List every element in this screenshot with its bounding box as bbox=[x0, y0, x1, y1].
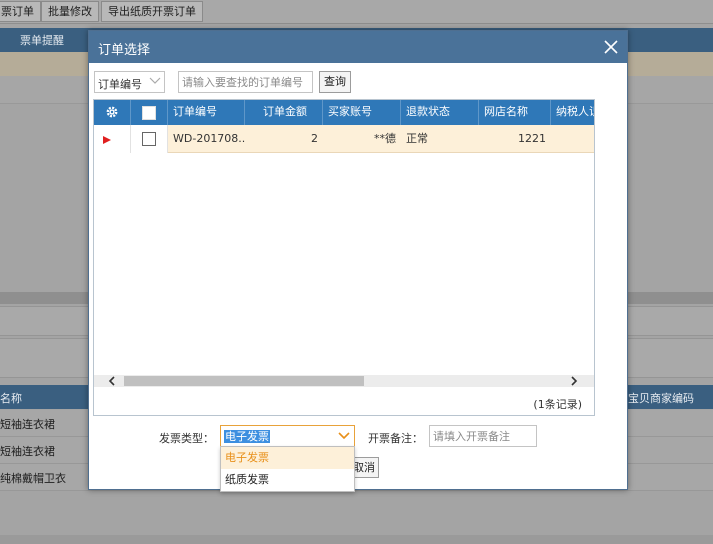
column-amount[interactable]: 订单金额 bbox=[245, 100, 323, 125]
row-select-cell bbox=[131, 125, 168, 153]
column-order-no[interactable]: 订单编号 bbox=[168, 100, 245, 125]
bg-order-button[interactable]: 票订单 bbox=[0, 1, 41, 22]
gear-icon bbox=[106, 106, 118, 118]
row-checkbox[interactable] bbox=[142, 132, 156, 146]
play-arrow-icon bbox=[103, 136, 111, 144]
search-bar: 订单编号 查询 bbox=[94, 71, 614, 95]
dialog-title: 订单选择 bbox=[98, 43, 151, 58]
cell-amount: 2 bbox=[311, 132, 318, 145]
chevron-down-icon bbox=[338, 432, 350, 440]
bg-toolbar: 票订单 批量修改 导出纸质开票订单 bbox=[0, 0, 713, 24]
grid-header: 订单编号 订单金额 买家账号 退款状态 网店名称 纳税人识 bbox=[94, 100, 594, 125]
cell-shop: 1221 bbox=[518, 132, 546, 145]
dialog-title-bar: 订单选择 bbox=[89, 31, 627, 63]
query-button[interactable]: 查询 bbox=[319, 71, 351, 93]
cell-refund: 正常 bbox=[406, 132, 428, 145]
remark-label: 开票备注： bbox=[368, 432, 423, 445]
bg-export-paper-button[interactable]: 导出纸质开票订单 bbox=[101, 1, 203, 22]
select-all-checkbox[interactable] bbox=[142, 106, 156, 120]
row-indicator bbox=[94, 125, 131, 153]
bg-column-name: 名称 bbox=[0, 392, 22, 405]
close-button[interactable] bbox=[601, 37, 621, 57]
column-shop[interactable]: 网店名称 bbox=[479, 100, 551, 125]
search-field-select[interactable]: 订单编号 bbox=[94, 71, 165, 93]
chevron-right-icon[interactable] bbox=[568, 375, 580, 387]
order-select-dialog: 订单选择 订单编号 查询 bbox=[88, 30, 628, 490]
search-input[interactable] bbox=[178, 71, 313, 93]
search-field-value: 订单编号 bbox=[98, 78, 142, 91]
cell-taxpayer bbox=[551, 125, 594, 153]
invoice-type-dropdown: 电子发票 纸质发票 bbox=[220, 446, 355, 492]
scrollbar-thumb[interactable] bbox=[124, 376, 364, 386]
column-buyer[interactable]: 买家账号 bbox=[323, 100, 401, 125]
bg-bottom-bar bbox=[0, 535, 713, 544]
invoice-type-value: 电子发票 bbox=[224, 430, 270, 443]
bg-column-reminder: 票单提醒 bbox=[20, 34, 64, 47]
record-count: (1条记录) bbox=[533, 398, 582, 411]
chevron-left-icon[interactable] bbox=[106, 375, 118, 387]
column-taxpayer[interactable]: 纳税人识 bbox=[551, 100, 594, 125]
invoice-type-select[interactable]: 电子发票 bbox=[220, 425, 355, 447]
invoice-form: 发票类型： 电子发票 开票备注： bbox=[89, 425, 627, 449]
cell-order-no: WD-201708... bbox=[173, 132, 245, 145]
chevron-down-icon bbox=[149, 77, 161, 84]
dropdown-option-paper[interactable]: 纸质发票 bbox=[221, 469, 354, 491]
remark-input[interactable] bbox=[429, 425, 537, 447]
bg-batch-edit-button[interactable]: 批量修改 bbox=[41, 1, 99, 22]
cell-buyer: **德 bbox=[374, 132, 396, 145]
settings-column[interactable] bbox=[94, 100, 131, 125]
horizontal-scrollbar[interactable] bbox=[94, 375, 594, 387]
column-refund[interactable]: 退款状态 bbox=[401, 100, 479, 125]
table-row[interactable]: WD-201708... 2 **德 正常 1221 bbox=[94, 125, 594, 153]
order-grid: 订单编号 订单金额 买家账号 退款状态 网店名称 纳税人识 WD-201708.… bbox=[93, 99, 595, 416]
bg-column-sku: 宝贝商家编码 bbox=[628, 392, 694, 405]
invoice-type-label: 发票类型： bbox=[159, 432, 214, 445]
close-icon bbox=[604, 40, 618, 54]
dropdown-option-electronic[interactable]: 电子发票 bbox=[221, 447, 354, 469]
select-all-column bbox=[131, 100, 168, 125]
